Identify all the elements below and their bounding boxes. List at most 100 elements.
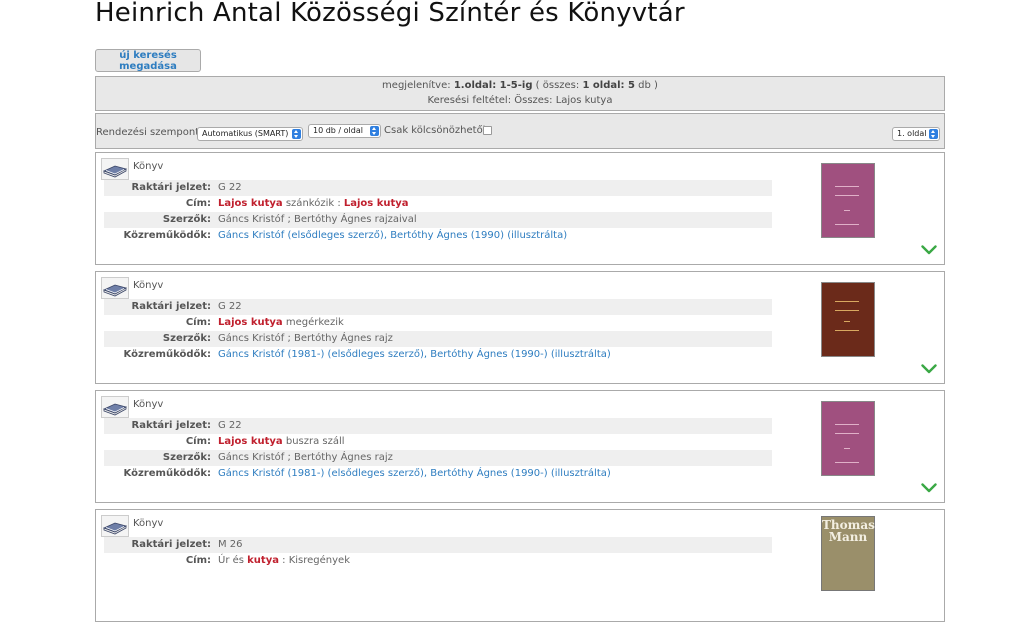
shown-mid: ( összes:: [532, 80, 583, 91]
page-title: Heinrich Antal Közösségi Színtér és Köny…: [95, 0, 685, 28]
call-number-label: Raktári jelzet:: [131, 301, 212, 312]
result-range-line: megjelenítve: 1.oldal: 1-5-ig ( összes: …: [96, 78, 944, 93]
sort-order-value: Automatikus (SMART): [202, 129, 289, 138]
authors-label: Szerzők:: [162, 452, 211, 463]
per-page-value: 10 db / oldal: [313, 126, 363, 135]
expand-chevron-icon[interactable]: [921, 483, 937, 493]
contributors-label: Közreműködők:: [123, 349, 211, 360]
book-cover[interactable]: Thomas Mann: [821, 516, 875, 591]
authors-value: Gáncs Kristóf ; Bertóthy Ágnes rajz: [218, 333, 393, 344]
call-number-label: Raktári jelzet:: [131, 420, 212, 431]
cover-text-2: Mann: [828, 530, 868, 544]
book-cover[interactable]: [821, 401, 875, 476]
title-rest: megérkezik: [282, 317, 344, 328]
book-icon: [101, 158, 129, 180]
contributor-link[interactable]: Gáncs Kristóf (elsődleges szerző): [218, 230, 384, 241]
title-row: Cím: Úr és kutya : Kisregények: [104, 553, 772, 569]
call-number-value: G 22: [218, 420, 242, 431]
book-cover[interactable]: [821, 163, 875, 238]
contributor-link[interactable]: Gáncs Kristóf (1981-) (elsődleges szerző…: [218, 349, 424, 360]
call-number-value: G 22: [218, 301, 242, 312]
sort-label: Rendezési szempont:: [96, 127, 203, 138]
contributors-value: Gáncs Kristóf (elsődleges szerző), Bertó…: [211, 228, 567, 244]
book-icon: [101, 277, 129, 299]
call-number-value: G 22: [218, 182, 242, 193]
contributors-row: Közreműködők: Gáncs Kristóf (1981-) (els…: [104, 347, 772, 363]
authors-label: Szerzők:: [162, 333, 211, 344]
title-rest: buszra száll: [282, 436, 345, 447]
title-label: Cím:: [185, 555, 211, 566]
title-label: Cím:: [185, 436, 211, 447]
contributors-value: Gáncs Kristóf (1981-) (elsődleges szerző…: [211, 347, 611, 363]
call-number-row: Raktári jelzet: G 22: [104, 418, 772, 434]
sort-bar: Rendezési szempont: Automatikus (SMART) …: [95, 113, 945, 149]
call-number-row: Raktári jelzet: M 26: [104, 537, 772, 553]
authors-value: Gáncs Kristóf ; Bertóthy Ágnes rajzaival: [218, 214, 417, 225]
call-number-row: Raktári jelzet: G 22: [104, 180, 772, 196]
call-number-label: Raktári jelzet:: [131, 182, 212, 193]
result-info-panel: megjelenítve: 1.oldal: 1-5-ig ( összes: …: [95, 76, 945, 111]
shown-total: 1 oldal: 5: [582, 80, 635, 91]
book-icon: [101, 515, 129, 537]
expand-chevron-icon[interactable]: [921, 245, 937, 255]
title-rest: szánkózik :: [282, 198, 344, 209]
call-number-label: Raktári jelzet:: [131, 539, 212, 550]
select-arrows-icon: [292, 129, 301, 139]
title-value: Lajos kutya megérkezik: [211, 315, 344, 331]
record-fields: Raktári jelzet: M 26 Cím: Úr és kutya : …: [104, 537, 772, 569]
book-icon: [101, 396, 129, 418]
title-highlight: Lajos kutya: [218, 317, 283, 328]
expand-chevron-icon[interactable]: [921, 364, 937, 374]
record-fields: Raktári jelzet: G 22 Cím: Lajos kutya sz…: [104, 180, 772, 244]
title-highlight: kutya: [247, 555, 279, 566]
authors-row: Szerzők: Gáncs Kristóf ; Bertóthy Ágnes …: [104, 450, 772, 466]
title-value: Lajos kutya szánkózik : Lajos kutya: [211, 196, 409, 212]
loanable-only-label: Csak kölcsönözhetők: [384, 125, 489, 136]
title-row: Cím: Lajos kutya megérkezik: [104, 315, 772, 331]
new-search-button[interactable]: új keresés megadása: [95, 49, 201, 72]
record-fields: Raktári jelzet: G 22 Cím: Lajos kutya me…: [104, 299, 772, 363]
shown-prefix: megjelenítve:: [382, 80, 454, 91]
contributor-link[interactable]: Gáncs Kristóf (1981-) (elsődleges szerző…: [218, 468, 424, 479]
select-arrows-icon: [929, 129, 938, 139]
contributors-label: Közreműködők:: [123, 468, 211, 479]
page-value: 1. oldal: [897, 129, 927, 138]
call-number-value: M 26: [218, 539, 243, 550]
select-arrows-icon: [370, 126, 379, 136]
record-fields: Raktári jelzet: G 22 Cím: Lajos kutya bu…: [104, 418, 772, 482]
shown-suffix: db ): [634, 80, 658, 91]
search-criteria: Keresési feltétel: Összes: Lajos kutya: [427, 95, 613, 106]
per-page-select[interactable]: 10 db / oldal: [308, 124, 381, 138]
authors-label: Szerzők:: [162, 214, 211, 225]
title-highlight: Lajos kutya: [218, 436, 283, 447]
record-type: Könyv: [133, 399, 164, 410]
call-number-row: Raktári jelzet: G 22: [104, 299, 772, 315]
title-rest: : Kisregények: [278, 555, 350, 566]
title-row: Cím: Lajos kutya buszra száll: [104, 434, 772, 450]
contributor-link[interactable]: Bertóthy Ágnes (1990-) (illusztrálta): [430, 468, 611, 479]
contributor-link[interactable]: Bertóthy Ágnes (1990-) (illusztrálta): [430, 349, 611, 360]
page-select[interactable]: 1. oldal: [892, 127, 940, 141]
authors-value: Gáncs Kristóf ; Bertóthy Ágnes rajz: [218, 452, 393, 463]
sort-order-select[interactable]: Automatikus (SMART): [197, 127, 303, 141]
contributors-row: Közreműködők: Gáncs Kristóf (1981-) (els…: [104, 466, 772, 482]
record-type: Könyv: [133, 518, 164, 529]
result-record: Könyv Raktári jelzet: G 22 Cím: Lajos ku…: [95, 390, 945, 503]
loanable-only-checkbox[interactable]: [483, 126, 492, 135]
title-value: Úr és kutya : Kisregények: [211, 553, 350, 569]
title-row: Cím: Lajos kutya szánkózik : Lajos kutya: [104, 196, 772, 212]
contributors-label: Közreműködők:: [123, 230, 211, 241]
title-label: Cím:: [185, 317, 211, 328]
result-record: Könyv Raktári jelzet: M 26 Cím: Úr és ku…: [95, 509, 945, 622]
result-record: Könyv Raktári jelzet: G 22 Cím: Lajos ku…: [95, 152, 945, 265]
title-highlight-2: Lajos kutya: [343, 198, 409, 209]
contributors-row: Közreműködők: Gáncs Kristóf (elsődleges …: [104, 228, 772, 244]
title-highlight: Lajos kutya: [218, 198, 283, 209]
authors-row: Szerzők: Gáncs Kristóf ; Bertóthy Ágnes …: [104, 331, 772, 347]
contributors-value: Gáncs Kristóf (1981-) (elsődleges szerző…: [211, 466, 611, 482]
contributor-link[interactable]: Bertóthy Ágnes (1990) (illusztrálta): [390, 230, 567, 241]
record-type: Könyv: [133, 280, 164, 291]
shown-range: 1.oldal: 1-5-ig: [453, 80, 533, 91]
book-cover[interactable]: [821, 282, 875, 357]
result-record: Könyv Raktári jelzet: G 22 Cím: Lajos ku…: [95, 271, 945, 384]
